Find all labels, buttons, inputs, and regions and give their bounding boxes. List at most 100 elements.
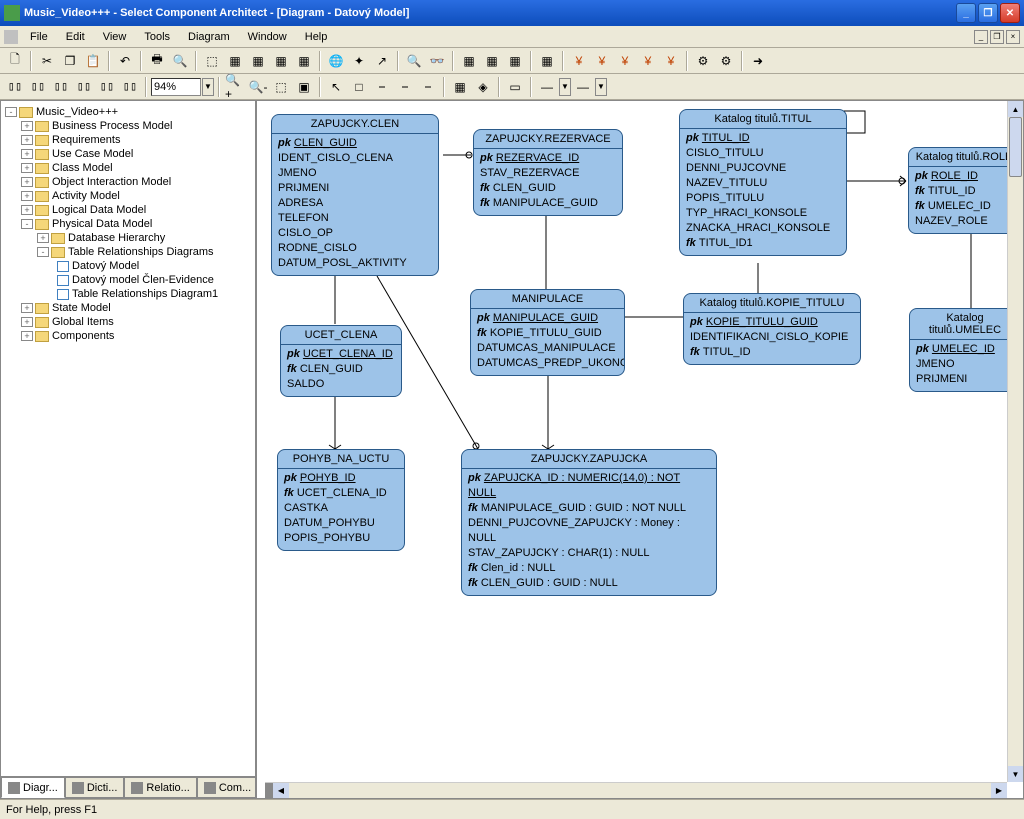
grid-icon[interactable]: ▦ [449,76,471,98]
f2-icon[interactable]: ¥ [591,50,613,72]
arrow-icon[interactable]: ↗ [371,50,393,72]
entity-clen[interactable]: ZAPUJCKY.CLEN pk CLEN_GUID IDENT_CISLO_C… [271,114,439,276]
entity-ucet[interactable]: UCET_CLENA pk UCET_CLENA_ID fk CLEN_GUID… [280,325,402,397]
tree-root[interactable]: Music_Video+++ [36,106,118,118]
menu-edit[interactable]: Edit [58,29,93,45]
zoomin-icon[interactable]: 🔍+ [224,76,246,98]
align-top-icon[interactable]: ▯▯ [73,76,95,98]
scroll-up-icon[interactable]: ▲ [1008,101,1023,117]
vertical-scrollbar[interactable]: ▲ ▼ [1007,101,1023,782]
print-icon[interactable]: 🖶 [146,50,168,72]
menu-view[interactable]: View [95,29,135,45]
line2-dd[interactable]: ▼ [595,78,607,96]
tree-trd[interactable]: Table Relationships Diagrams [68,246,214,258]
align-right-icon[interactable]: ▯▯ [50,76,72,98]
line1-dd[interactable]: ▼ [559,78,571,96]
menu-file[interactable]: File [22,29,56,45]
mdi-close-button[interactable]: × [1006,30,1020,44]
minimize-button[interactable]: _ [956,3,976,23]
tree-dm[interactable]: Datový Model [72,260,139,272]
snap-icon[interactable]: ◈ [472,76,494,98]
find-icon[interactable]: 🔍 [403,50,425,72]
entity-role[interactable]: Katalog titulů.ROLE pk ROLE_ID fk TITUL_… [908,147,1007,234]
copy-icon[interactable]: ❐ [59,50,81,72]
globe-icon[interactable]: 🌐 [325,50,347,72]
scroll-left-icon[interactable]: ◀ [273,783,289,798]
zoom-input[interactable]: 94% [151,78,201,96]
line2-icon[interactable]: — [572,76,594,98]
conn2-icon[interactable]: ⎯ [394,76,416,98]
maximize-button[interactable]: ❐ [978,3,998,23]
t9-icon[interactable]: ▦ [536,50,558,72]
mdi-restore-button[interactable]: ❐ [990,30,1004,44]
pointer-icon[interactable]: ↖ [325,76,347,98]
zoom-dropdown[interactable]: ▼ [202,78,214,96]
align-left-icon[interactable]: ▯▯ [4,76,26,98]
tool5-icon[interactable]: ▦ [293,50,315,72]
entity-pohyb[interactable]: POHYB_NA_UCTU pk POHYB_ID fk UCET_CLENA_… [277,449,405,551]
tree-am[interactable]: Activity Model [52,190,120,202]
zoomfit-icon[interactable]: ⬚ [270,76,292,98]
tree-oim[interactable]: Object Interaction Model [52,176,171,188]
f5-icon[interactable]: ¥ [660,50,682,72]
tree-req[interactable]: Requirements [52,134,120,146]
horizontal-scrollbar[interactable]: ◀ ▶ [265,782,1007,798]
f4-icon[interactable]: ¥ [637,50,659,72]
f3-icon[interactable]: ¥ [614,50,636,72]
zoomsel-icon[interactable]: ▣ [293,76,315,98]
paste-icon[interactable]: 📋 [82,50,104,72]
cut-icon[interactable]: ✂ [36,50,58,72]
g2-icon[interactable]: ⚙ [715,50,737,72]
menu-diagram[interactable]: Diagram [180,29,238,45]
tool2-icon[interactable]: ▦ [224,50,246,72]
scroll-right-icon[interactable]: ▶ [991,783,1007,798]
tool-icon[interactable]: ⬚ [201,50,223,72]
tree-bpm[interactable]: Business Process Model [52,120,172,132]
tab-components[interactable]: Com... [197,777,255,798]
tool3-icon[interactable]: ▦ [247,50,269,72]
tab-diagrams[interactable]: Diagr... [1,777,65,798]
entity-titul[interactable]: Katalog titulů.TITUL pk TITUL_ID CISLO_T… [679,109,847,256]
zoomout-icon[interactable]: 🔍- [247,76,269,98]
g3-icon[interactable]: ➜ [747,50,769,72]
wand-icon[interactable]: ✦ [348,50,370,72]
entity-umelec[interactable]: Katalog titulů.UMELEC pk UMELEC_ID JMENO… [909,308,1007,392]
entity-zapujcka[interactable]: ZAPUJCKY.ZAPUJCKA pk ZAPUJCKA_ID : NUMER… [461,449,717,596]
close-button[interactable]: ✕ [1000,3,1020,23]
new-icon[interactable]: 🗋 [4,50,26,72]
conn1-icon[interactable]: ⎯ [371,76,393,98]
tree-pdm[interactable]: Physical Data Model [52,218,152,230]
mdi-minimize-button[interactable]: _ [974,30,988,44]
box-icon[interactable]: □ [348,76,370,98]
align-bot-icon[interactable]: ▯▯ [119,76,141,98]
scroll-thumb[interactable] [1009,117,1022,177]
tab-dictionary[interactable]: Dicti... [65,777,125,798]
t7-icon[interactable]: ▦ [481,50,503,72]
tab-relations[interactable]: Relatio... [124,777,196,798]
tree-trd1[interactable]: Table Relationships Diagram1 [72,288,218,300]
tool4-icon[interactable]: ▦ [270,50,292,72]
tree-cm[interactable]: Class Model [52,162,113,174]
t8-icon[interactable]: ▦ [504,50,526,72]
align-center-icon[interactable]: ▯▯ [27,76,49,98]
undo-icon[interactable]: ↶ [114,50,136,72]
tree-dbh[interactable]: Database Hierarchy [68,232,165,244]
g1-icon[interactable]: ⚙ [692,50,714,72]
conn3-icon[interactable]: ⎯ [417,76,439,98]
align-mid-icon[interactable]: ▯▯ [96,76,118,98]
tree-sm[interactable]: State Model [52,302,111,314]
tree-gi[interactable]: Global Items [52,316,114,328]
f1-icon[interactable]: ¥ [568,50,590,72]
t6-icon[interactable]: ▦ [458,50,480,72]
note-icon[interactable]: ▭ [504,76,526,98]
tree-comp[interactable]: Components [52,330,114,342]
line1-icon[interactable]: — [536,76,558,98]
scroll-down-icon[interactable]: ▼ [1008,766,1023,782]
menu-tools[interactable]: Tools [136,29,178,45]
entity-manipulace[interactable]: MANIPULACE pk MANIPULACE_GUID fk KOPIE_T… [470,289,625,376]
split-handle[interactable] [265,783,273,798]
menu-help[interactable]: Help [297,29,336,45]
model-tree[interactable]: -Music_Video+++ +Business Process Model … [1,101,255,776]
preview-icon[interactable]: 🔍 [169,50,191,72]
binoculars-icon[interactable]: 👓 [426,50,448,72]
